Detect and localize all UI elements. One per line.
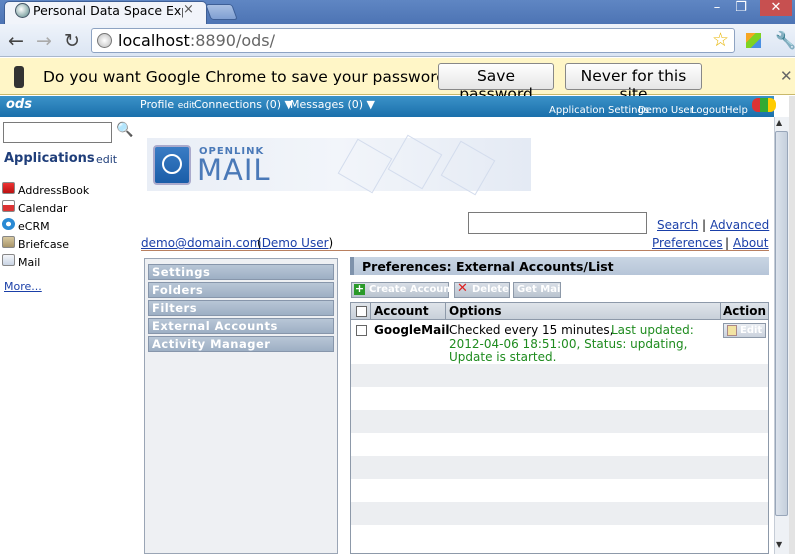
search-icon[interactable]: 🔍 [116,122,133,138]
new-tab-button[interactable] [205,4,238,20]
user-line-separator: | [725,236,730,250]
row-options-last-updated: Last updated: [611,323,694,337]
help-link[interactable]: Help [725,105,748,116]
preferences-link[interactable]: Preferences [652,236,723,250]
connections-menu[interactable]: Connections (0) ▼ [194,98,293,111]
reload-icon[interactable]: ↻ [64,30,80,52]
delete-x-icon: ✕ [457,281,468,296]
sidebar-search-input[interactable] [3,122,112,143]
column-divider [370,303,371,320]
tab-close-icon[interactable]: × [183,2,194,17]
briefcase-icon [2,236,15,248]
messages-menu[interactable]: Messages (0) ▼ [290,98,375,111]
user-name-link[interactable]: Demo User [262,236,329,250]
addressbook-icon [2,182,15,194]
wrench-icon[interactable]: 🔧 [775,31,795,51]
back-icon[interactable]: ← [8,30,24,52]
column-account[interactable]: Account [374,304,429,318]
minimize-icon[interactable]: – [705,0,729,16]
nav-filters[interactable]: Filters [148,300,334,316]
applications-edit-link[interactable]: edit [96,153,117,166]
sidebar-item-ecrm[interactable]: eCRM [18,220,50,233]
extension-icon[interactable] [746,33,761,48]
applications-sidebar [0,117,137,554]
main-search-input[interactable] [468,212,647,234]
url-text: localhost:8890/ods/ [118,31,275,50]
maximize-icon[interactable]: ❐ [729,0,753,16]
divider [141,250,769,251]
user-name-paren: (Demo User) [257,236,334,250]
row-account-name: GoogleMail [374,323,450,337]
banner-mail-text: MAIL [197,153,271,187]
bookmark-star-icon[interactable]: ☆ [712,29,729,51]
sidebar-item-briefcase[interactable]: Briefcase [18,238,69,251]
select-all-checkbox[interactable] [356,306,367,317]
calendar-icon [2,200,15,212]
edit-pencil-icon [727,325,737,336]
plus-icon: + [354,282,365,295]
demo-user-link[interactable]: Demo User [638,105,694,116]
search-link[interactable]: Search [657,218,698,232]
table-row-empty [351,410,768,433]
column-options[interactable]: Options [449,304,502,318]
key-icon [14,66,24,88]
get-mail-button[interactable]: Get Mail [513,282,564,298]
row-options-status: 2012-04-06 18:51:00, Status: updating, [449,337,688,351]
tab-title: Personal Data Space Expl [33,3,183,18]
browser-window: { "browser": { "tab_title": "Personal Da… [0,0,795,554]
column-divider [445,303,446,320]
infobar-close-icon[interactable]: ✕ [780,67,793,85]
forward-icon[interactable]: → [36,30,52,52]
logout-link[interactable]: Logout [691,105,725,116]
panel-title: Preferences: External Accounts/List [362,259,614,274]
ods-apps-icon[interactable] [752,98,776,112]
create-account-button[interactable]: Create Account [351,282,455,298]
infobar-message: Do you want Google Chrome to save your p… [43,68,455,86]
page-info-icon[interactable] [97,33,112,48]
scroll-down-arrow-icon[interactable]: ▼ [776,540,782,549]
close-window-icon[interactable]: ✕ [760,0,792,16]
ecrm-icon [2,218,15,230]
sidebar-item-addressbook[interactable]: AddressBook [18,184,89,197]
table-row-empty [351,456,768,479]
window-edge [789,96,795,554]
applications-title: Applications [4,151,95,166]
mail-icon [2,254,15,266]
table-row-empty [351,364,768,387]
nav-activity-manager[interactable]: Activity Manager [148,336,334,352]
column-action[interactable]: Action [723,304,766,318]
application-settings-link[interactable]: Application Settings [549,105,649,116]
about-link[interactable]: About [733,236,768,250]
nav-external-accounts[interactable]: External Accounts [148,318,334,334]
user-email-link[interactable]: demo@domain.com [141,236,261,250]
globe-icon [15,3,30,18]
nav-folders[interactable]: Folders [148,282,334,298]
nav-settings[interactable]: Settings [148,264,334,280]
sidebar-item-calendar[interactable]: Calendar [18,202,67,215]
profile-link[interactable]: Profile edit [140,98,195,111]
scroll-thumb[interactable] [775,131,788,516]
row-checkbox[interactable] [356,325,367,336]
ods-logo[interactable]: ods [6,97,32,112]
column-divider [720,303,721,320]
row-options-check: Checked every 15 minutes, [449,323,614,337]
table-row-empty [351,502,768,525]
row-options-update: Update is started. [449,350,557,364]
more-apps-link[interactable]: More... [4,280,42,293]
search-separator: | [702,218,707,232]
mail-logo-circle [162,154,182,174]
advanced-search-link[interactable]: Advanced [710,218,769,232]
scroll-up-arrow-icon[interactable]: ▲ [776,118,782,127]
sidebar-item-mail[interactable]: Mail [18,256,40,269]
never-for-this-site-button[interactable]: Never for this site [565,63,702,103]
profile-edit-link[interactable]: edit [178,101,195,111]
save-password-button[interactable]: Save password [438,63,554,103]
